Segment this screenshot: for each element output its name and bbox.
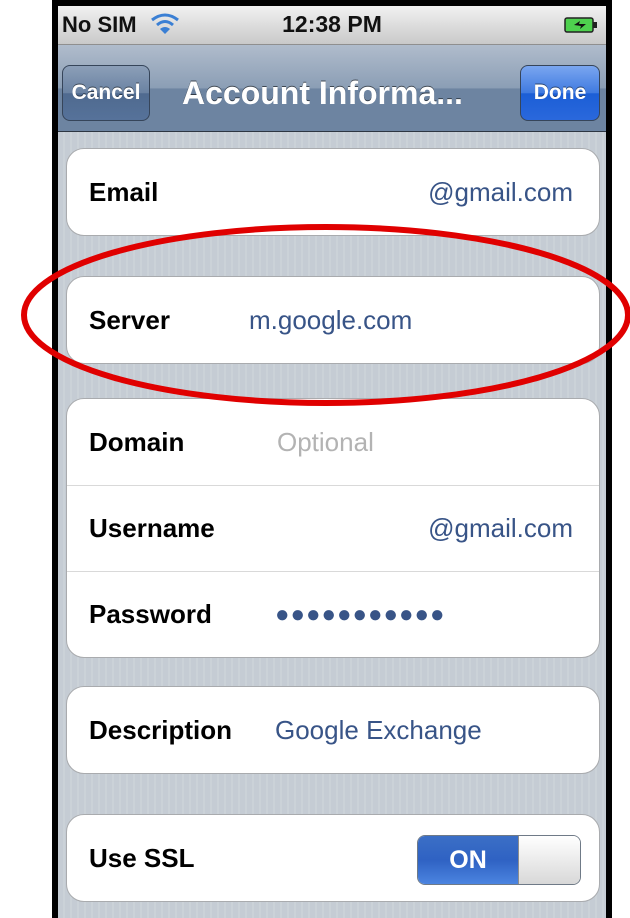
email-field[interactable]: @gmail.com — [428, 177, 573, 208]
status-time: 12:38 PM — [282, 11, 382, 37]
domain-field[interactable]: Optional — [277, 427, 374, 458]
credentials-group: Domain Optional Username @gmail.com Pass… — [66, 398, 600, 658]
password-field[interactable]: ●●●●●●●●●●● — [275, 601, 445, 629]
use-ssl-label: Use SSL — [89, 842, 195, 873]
toggle-knob[interactable] — [518, 836, 580, 884]
email-row[interactable]: Email @gmail.com — [67, 149, 599, 235]
use-ssl-toggle[interactable]: ON — [417, 835, 581, 885]
email-label: Email — [89, 176, 159, 207]
ssl-group: Use SSL ON — [66, 814, 600, 902]
iphone-screen: No SIM 12:38 PM Cancel Account Informa..… — [58, 6, 606, 918]
battery-charging-icon — [564, 17, 597, 33]
server-label: Server — [89, 304, 170, 335]
server-field[interactable]: m.google.com — [249, 305, 412, 336]
toggle-on-label: ON — [418, 836, 518, 884]
description-field[interactable]: Google Exchange — [275, 715, 482, 746]
phone-frame: No SIM 12:38 PM Cancel Account Informa..… — [52, 0, 612, 918]
username-label: Username — [89, 513, 215, 543]
password-label: Password — [89, 599, 212, 629]
username-field[interactable]: @gmail.com — [428, 513, 573, 544]
page-root: No SIM 12:38 PM Cancel Account Informa..… — [0, 0, 630, 918]
domain-label: Domain — [89, 426, 185, 457]
domain-row[interactable]: Domain Optional — [67, 399, 599, 485]
use-ssl-row: Use SSL ON — [67, 815, 599, 901]
cancel-button[interactable]: Cancel — [62, 65, 150, 121]
description-row[interactable]: Description Google Exchange — [67, 687, 599, 773]
status-bar: No SIM 12:38 PM — [58, 6, 606, 45]
email-group: Email @gmail.com — [66, 148, 600, 236]
server-group: Server m.google.com — [66, 276, 600, 364]
page-title: Account Informa... — [182, 75, 463, 111]
description-group: Description Google Exchange — [66, 686, 600, 774]
done-button[interactable]: Done — [520, 65, 600, 121]
password-row[interactable]: Password ●●●●●●●●●●● — [67, 571, 599, 657]
navigation-bar: Cancel Account Informa... Done — [58, 45, 606, 132]
server-row[interactable]: Server m.google.com — [67, 277, 599, 363]
username-row[interactable]: Username @gmail.com — [67, 485, 599, 571]
description-label: Description — [89, 714, 233, 745]
